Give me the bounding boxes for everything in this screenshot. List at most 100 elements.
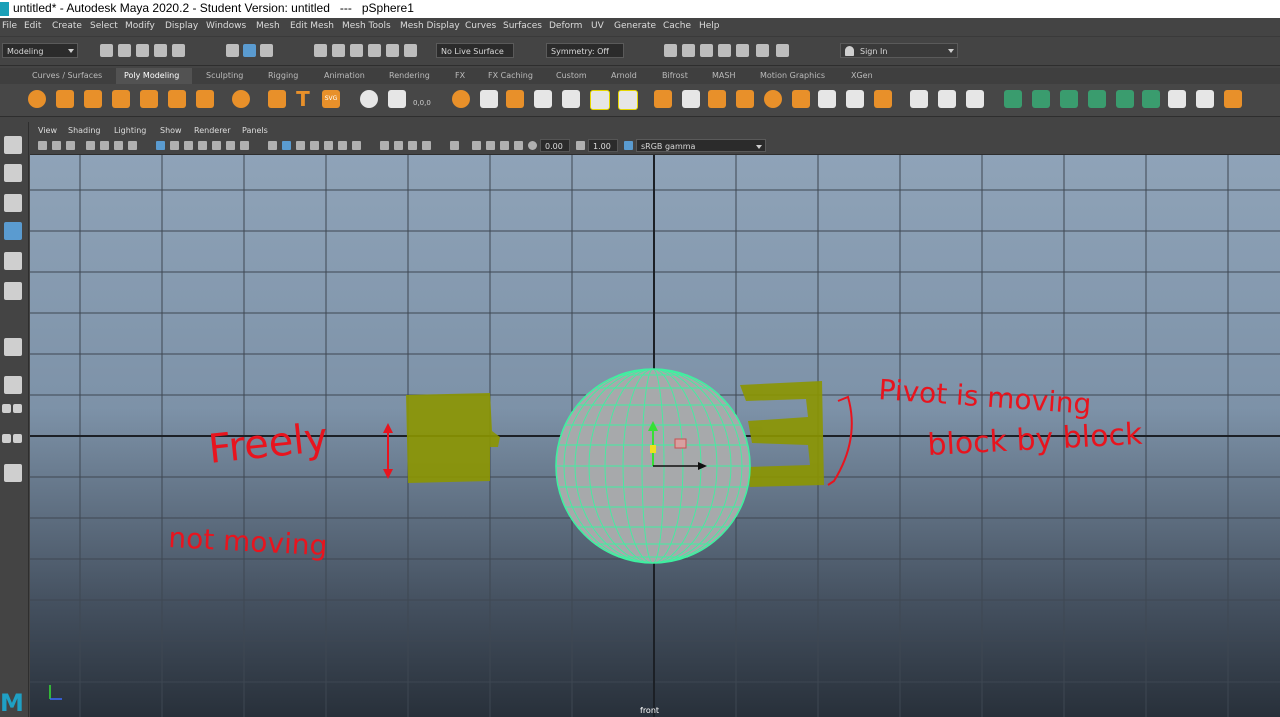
tab-motion-graphics[interactable]: Motion Graphics (760, 71, 825, 80)
field-chart-icon[interactable] (212, 141, 221, 150)
tab-mash[interactable]: MASH (712, 71, 735, 80)
poly-cube-icon[interactable] (56, 90, 74, 108)
paint-select-icon[interactable] (4, 194, 22, 212)
wireframe-icon[interactable] (268, 141, 277, 150)
menu-file[interactable]: File (2, 21, 17, 31)
shadows-icon[interactable] (338, 141, 347, 150)
bevel-icon[interactable] (654, 90, 672, 108)
mirror-icon[interactable] (506, 90, 524, 108)
tab-fx-caching[interactable]: FX Caching (488, 71, 533, 80)
smooth-icon[interactable] (452, 90, 470, 108)
new-scene-icon[interactable] (100, 44, 113, 57)
uv-editor-icon[interactable] (1224, 90, 1242, 108)
remesh-icon[interactable] (562, 90, 580, 108)
four-view-layout-icon[interactable] (2, 404, 11, 413)
render-icon[interactable] (664, 44, 677, 57)
circularize-icon[interactable] (764, 90, 782, 108)
gamma-icon[interactable] (576, 141, 585, 150)
front-viewport[interactable]: Freely not moving Pivot is moving block … (30, 155, 1280, 717)
isolate-select-icon[interactable] (422, 141, 431, 150)
bridge-icon[interactable] (618, 90, 638, 110)
render-view-icon[interactable] (736, 44, 749, 57)
undo-icon[interactable] (154, 44, 167, 57)
motion-blur-icon[interactable] (380, 141, 389, 150)
backface-culling-icon[interactable] (500, 141, 509, 150)
live-surface-field[interactable]: No Live Surface (436, 43, 514, 58)
snap-vertex-icon[interactable] (404, 44, 417, 57)
film-gate-icon[interactable] (170, 141, 179, 150)
uv-spherical-icon[interactable] (1060, 90, 1078, 108)
boolean-union-icon[interactable] (480, 90, 498, 108)
fill-hole-icon[interactable] (682, 90, 700, 108)
combine-icon[interactable] (360, 90, 378, 108)
smooth-shade-icon[interactable] (282, 141, 291, 150)
poly-disc-icon[interactable] (196, 90, 214, 108)
menu-surfaces[interactable]: Surfaces (503, 21, 542, 31)
poly-sphere-icon[interactable] (28, 90, 46, 108)
safe-title-icon[interactable] (240, 141, 249, 150)
outliner-icon[interactable] (4, 464, 22, 482)
color-management-icon[interactable] (624, 141, 633, 150)
uv-unfold-icon[interactable] (1116, 90, 1134, 108)
wireframe-on-shaded-icon[interactable] (296, 141, 305, 150)
resolution-gate-icon[interactable] (184, 141, 193, 150)
panel-menu-panels[interactable]: Panels (242, 126, 268, 135)
select-component-icon[interactable] (260, 44, 273, 57)
menu-mesh[interactable]: Mesh (256, 21, 280, 31)
xray-icon[interactable] (450, 141, 459, 150)
sign-in-button[interactable]: Sign In (840, 43, 958, 58)
uv-planar-icon[interactable] (1004, 90, 1022, 108)
menu-create[interactable]: Create (52, 21, 82, 31)
menu-modify[interactable]: Modify (125, 21, 155, 31)
textured-icon[interactable] (310, 141, 319, 150)
poly-cone-icon[interactable] (112, 90, 130, 108)
camera-attributes-icon[interactable] (52, 141, 61, 150)
symmetry-dropdown[interactable]: Symmetry: Off (546, 43, 624, 58)
target-weld-icon[interactable] (938, 90, 956, 108)
snap-view-icon[interactable] (368, 44, 381, 57)
single-perspective-layout-icon[interactable] (4, 376, 22, 394)
image-plane-icon[interactable] (86, 141, 95, 150)
snap-point-icon[interactable] (350, 44, 363, 57)
panel-menu-shading[interactable]: Shading (68, 126, 101, 135)
gamma-field[interactable]: 1.00 (588, 139, 618, 152)
menu-deform[interactable]: Deform (549, 21, 582, 31)
mode-dropdown[interactable]: Modeling (2, 43, 78, 58)
tab-animation[interactable]: Animation (324, 71, 365, 80)
view-transform-dropdown[interactable]: sRGB gamma (636, 139, 766, 152)
append-polygon-icon[interactable] (708, 90, 726, 108)
menu-edit[interactable]: Edit (24, 21, 41, 31)
connect-icon[interactable] (966, 90, 984, 108)
menu-curves[interactable]: Curves (465, 21, 496, 31)
uv-sew-icon[interactable] (1196, 90, 1214, 108)
gate-mask-icon[interactable] (198, 141, 207, 150)
platonic-solid-icon[interactable] (232, 90, 250, 108)
triangulate-icon[interactable] (846, 90, 864, 108)
grease-pencil-icon[interactable] (114, 141, 123, 150)
exposure-reset-icon[interactable] (528, 141, 537, 150)
pivot-center-handle[interactable] (650, 445, 656, 453)
tab-curves-surfaces[interactable]: Curves / Surfaces (32, 71, 102, 80)
last-tool-icon[interactable] (4, 338, 22, 356)
use-all-lights-icon[interactable] (324, 141, 333, 150)
move-plane-handle[interactable] (674, 438, 687, 449)
ipr-render-icon[interactable] (682, 44, 695, 57)
safe-action-icon[interactable] (226, 141, 235, 150)
move-tool-icon[interactable] (4, 222, 22, 240)
side-by-side-layout-icon[interactable] (13, 404, 22, 413)
xray-joints-icon[interactable] (486, 141, 495, 150)
reduce-icon[interactable] (534, 90, 552, 108)
offset-edge-icon[interactable] (818, 90, 836, 108)
uv-automatic-icon[interactable] (1088, 90, 1106, 108)
snap-curve-icon[interactable] (332, 44, 345, 57)
bookmark-icon[interactable] (66, 141, 75, 150)
tab-rendering[interactable]: Rendering (389, 71, 430, 80)
super-shape-icon[interactable] (268, 90, 286, 108)
anti-aliasing-icon[interactable] (394, 141, 403, 150)
coords-icon[interactable]: 0,0,0 (413, 90, 431, 108)
scale-tool-icon[interactable] (4, 282, 22, 300)
select-tool-icon[interactable] (4, 136, 22, 154)
save-scene-icon[interactable] (136, 44, 149, 57)
uv-cut-icon[interactable] (1168, 90, 1186, 108)
menu-cache[interactable]: Cache (663, 21, 691, 31)
